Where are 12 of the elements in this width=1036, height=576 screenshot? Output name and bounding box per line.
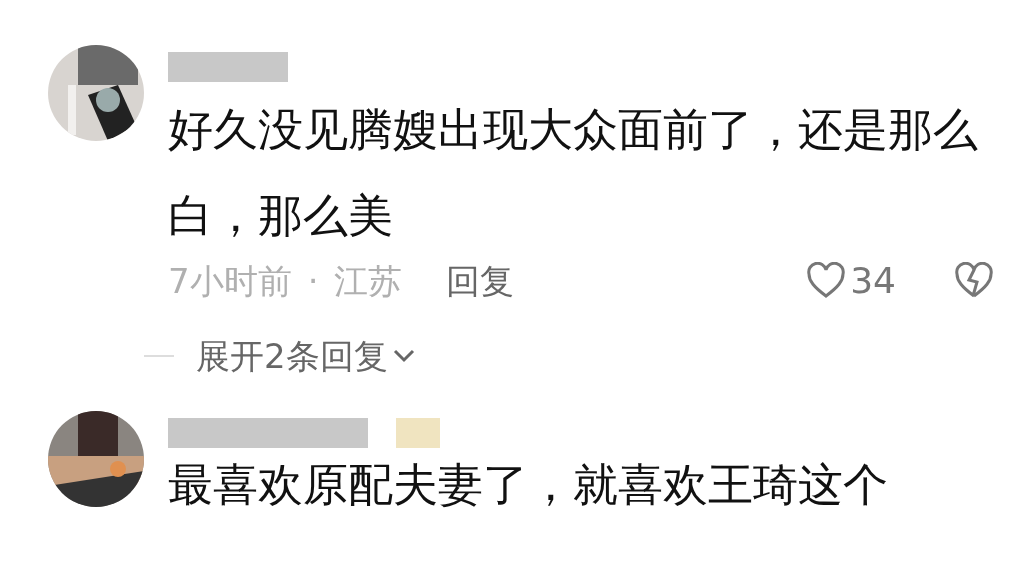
expand-replies-button[interactable]: 展开2条回复	[196, 330, 416, 382]
broken-heart-icon[interactable]	[954, 262, 994, 300]
comment-text: 好久没见腾嫂出现大众面前了，还是那么白，那么美	[168, 102, 979, 244]
comment-time: 7小时前	[168, 259, 292, 303]
separator-dot: ·	[307, 259, 319, 303]
reply-link[interactable]: 回复	[446, 255, 515, 307]
heart-icon[interactable]	[806, 262, 847, 300]
blurred-badge	[396, 418, 440, 448]
like-count: 34	[850, 259, 896, 303]
chevron-down-icon	[391, 348, 416, 364]
comment-text: 最喜欢原配夫妻了，就喜欢王琦这个	[168, 461, 889, 509]
comment-location: 江苏	[334, 259, 403, 303]
